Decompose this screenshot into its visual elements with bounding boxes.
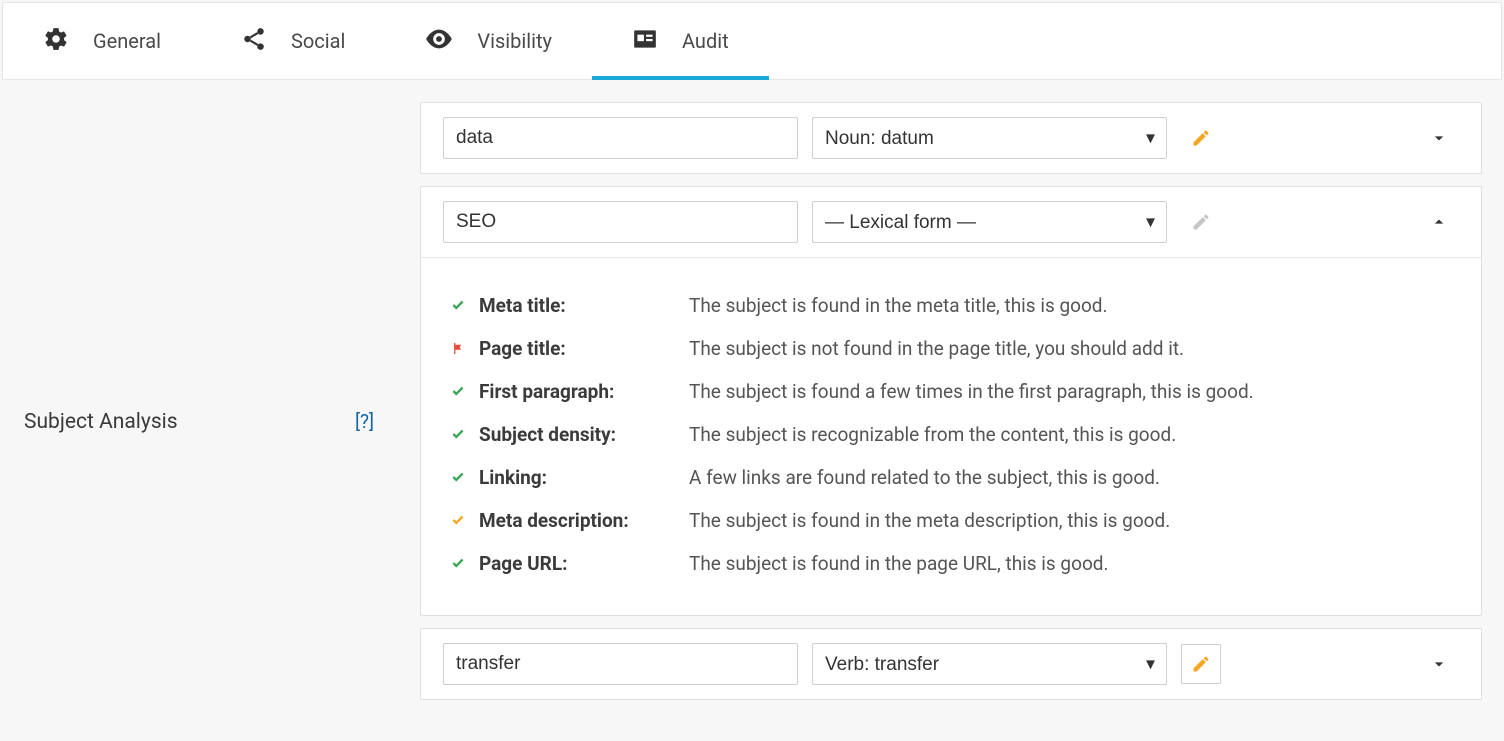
check-icon bbox=[451, 470, 479, 484]
flag-icon bbox=[451, 341, 479, 356]
analysis-row: Page URL: The subject is found in the pa… bbox=[451, 542, 1451, 585]
analysis-label: Page URL: bbox=[479, 552, 689, 575]
analysis-label: Page title: bbox=[479, 337, 689, 360]
tab-bar: General Social Visibility Audit bbox=[2, 2, 1502, 80]
check-icon bbox=[451, 556, 479, 570]
gear-icon bbox=[43, 26, 69, 57]
tab-label: Visibility bbox=[477, 29, 552, 53]
analysis-text: The subject is found in the meta descrip… bbox=[689, 509, 1170, 532]
analysis-row: Linking: A few links are found related t… bbox=[451, 456, 1451, 499]
subject-card: Verb: transfer bbox=[420, 628, 1482, 700]
id-card-icon bbox=[632, 26, 658, 57]
analysis-text: The subject is found a few times in the … bbox=[689, 380, 1254, 403]
lexical-select[interactable]: Noun: datum bbox=[812, 117, 1167, 159]
expand-button[interactable] bbox=[1419, 118, 1459, 158]
check-icon bbox=[451, 298, 479, 312]
content-row: Subject Analysis [?] Noun: datum bbox=[0, 80, 1504, 734]
tab-label: General bbox=[93, 29, 161, 53]
analysis-text: The subject is recognizable from the con… bbox=[689, 423, 1176, 446]
tab-general[interactable]: General bbox=[3, 3, 201, 79]
edit-button[interactable] bbox=[1181, 202, 1221, 242]
expand-button[interactable] bbox=[1419, 644, 1459, 684]
subject-card: — Lexical form — Meta title: The subject… bbox=[420, 186, 1482, 616]
lexical-select[interactable]: Verb: transfer bbox=[812, 643, 1167, 685]
analysis-row: Meta description: The subject is found i… bbox=[451, 499, 1451, 542]
tab-visibility[interactable]: Visibility bbox=[385, 3, 592, 79]
analysis-text: The subject is not found in the page tit… bbox=[689, 337, 1184, 360]
analysis-row: Subject density: The subject is recogniz… bbox=[451, 413, 1451, 456]
edit-button[interactable] bbox=[1181, 118, 1221, 158]
tab-audit[interactable]: Audit bbox=[592, 3, 769, 79]
help-link[interactable]: [?] bbox=[355, 410, 374, 433]
analysis-row: Page title: The subject is not found in … bbox=[451, 327, 1451, 370]
subjects-col: Noun: datum — Lexical form — bbox=[398, 80, 1504, 734]
analysis-text: The subject is found in the meta title, … bbox=[689, 294, 1108, 317]
subject-input[interactable] bbox=[443, 643, 798, 685]
analysis-label: Meta description: bbox=[479, 509, 689, 532]
tab-label: Audit bbox=[682, 29, 729, 53]
share-icon bbox=[241, 26, 267, 57]
subject-input[interactable] bbox=[443, 201, 798, 243]
analysis-label: Subject density: bbox=[479, 423, 689, 446]
subject-card-header: Verb: transfer bbox=[421, 629, 1481, 699]
analysis-text: A few links are found related to the sub… bbox=[689, 466, 1160, 489]
subject-analysis-body: Meta title: The subject is found in the … bbox=[421, 257, 1481, 615]
check-warn-icon bbox=[451, 513, 479, 527]
section-label-col: Subject Analysis [?] bbox=[0, 380, 398, 434]
analysis-text: The subject is found in the page URL, th… bbox=[689, 552, 1109, 575]
subject-card-header: — Lexical form — bbox=[421, 187, 1481, 257]
lexical-select[interactable]: — Lexical form — bbox=[812, 201, 1167, 243]
tab-label: Social bbox=[291, 29, 345, 53]
subject-input[interactable] bbox=[443, 117, 798, 159]
check-icon bbox=[451, 427, 479, 441]
analysis-row: First paragraph: The subject is found a … bbox=[451, 370, 1451, 413]
analysis-label: Meta title: bbox=[479, 294, 689, 317]
edit-button[interactable] bbox=[1181, 644, 1221, 684]
eye-icon bbox=[425, 29, 453, 54]
subject-card: Noun: datum bbox=[420, 102, 1482, 174]
subject-card-header: Noun: datum bbox=[421, 103, 1481, 173]
collapse-button[interactable] bbox=[1419, 202, 1459, 242]
check-icon bbox=[451, 384, 479, 398]
analysis-label: Linking: bbox=[479, 466, 689, 489]
tab-social[interactable]: Social bbox=[201, 3, 385, 79]
analysis-row: Meta title: The subject is found in the … bbox=[451, 284, 1451, 327]
section-title: Subject Analysis bbox=[24, 410, 178, 434]
analysis-label: First paragraph: bbox=[479, 380, 689, 403]
